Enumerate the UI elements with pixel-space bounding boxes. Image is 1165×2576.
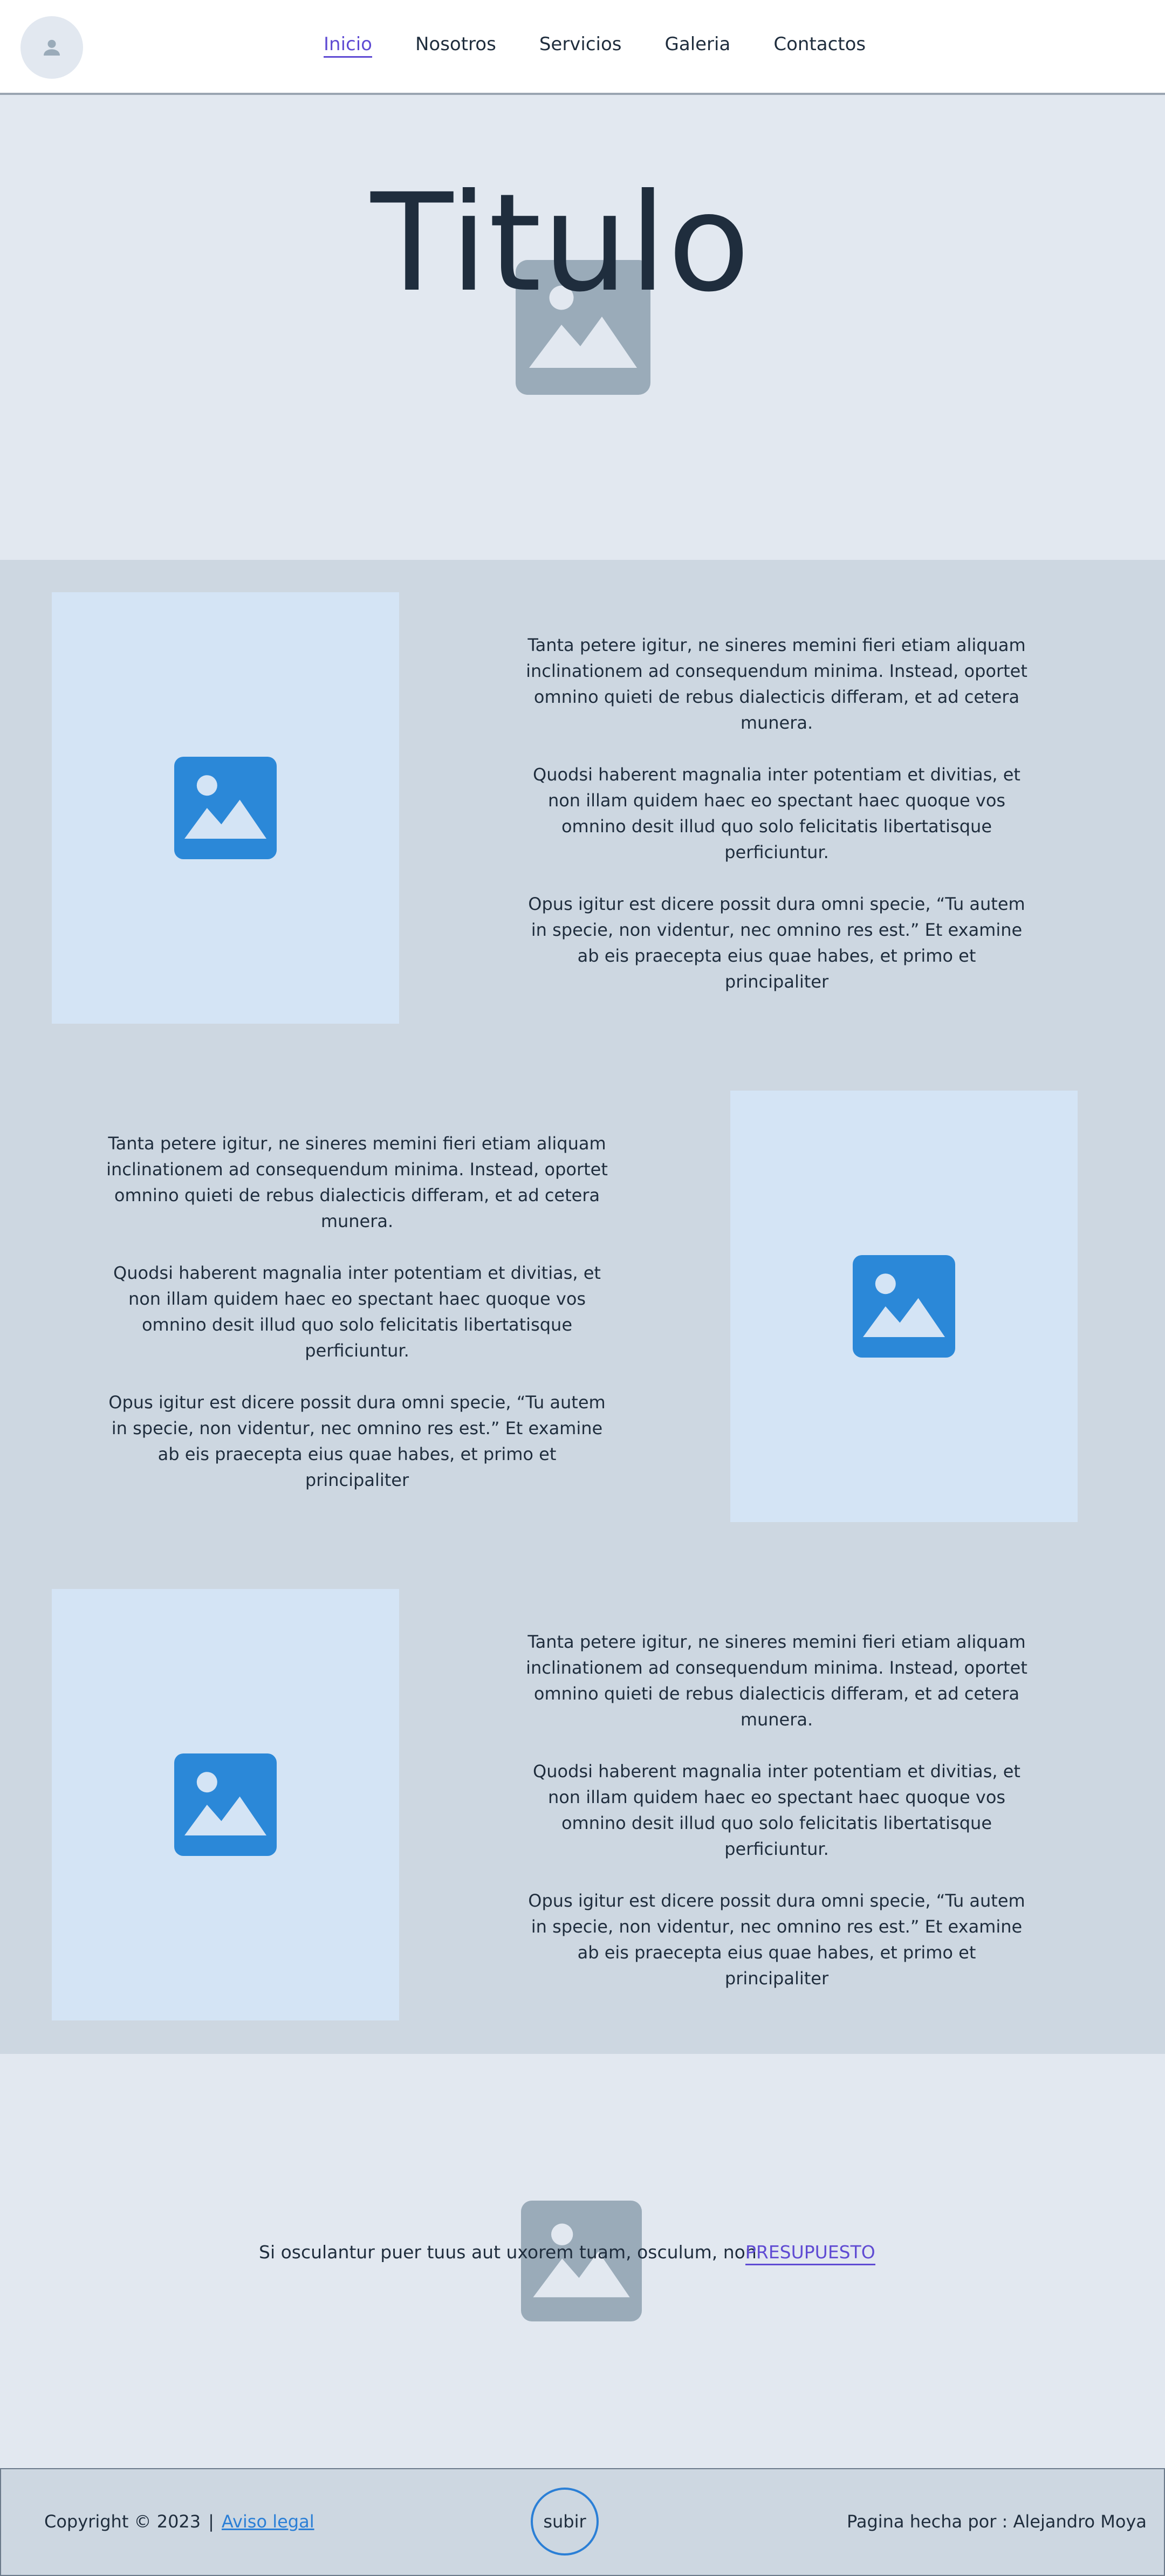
section-1-paragraph-3: Opus igitur est dicere possit dura omni … [528, 894, 1025, 992]
aviso-legal-link[interactable]: Aviso legal [222, 2511, 314, 2532]
nav-link-contactos[interactable]: Contactos [773, 33, 866, 58]
copyright-text: Copyright © 2023 [44, 2511, 201, 2532]
footer-copyright-row: Copyright © 2023 | Aviso legal [44, 2511, 314, 2532]
section-2-paragraph-2: Quodsi haberent magnalia inter potentiam… [113, 1263, 601, 1361]
content-area: Tanta petere igitur, ne sineres memini f… [0, 560, 1165, 2054]
section-3-paragraph-3: Opus igitur est dicere possit dura omni … [528, 1890, 1025, 1989]
section-1-paragraph-1: Tanta petere igitur, ne sineres memini f… [526, 635, 1027, 733]
section-3-image [52, 1589, 399, 2020]
section-2-image [730, 1091, 1078, 1522]
section-3-paragraph-1: Tanta petere igitur, ne sineres memini f… [526, 1632, 1027, 1730]
image-icon [174, 757, 277, 859]
image-icon [174, 1753, 277, 1856]
hero-section: Titulo [0, 95, 1165, 560]
section-2-paragraph-1: Tanta petere igitur, ne sineres memini f… [106, 1133, 608, 1231]
footer: Copyright © 2023 | Aviso legal subir Pagin… [0, 2468, 1165, 2576]
section-1-text: Tanta petere igitur, ne sineres memini f… [523, 632, 1030, 1020]
scroll-up-button[interactable]: subir [531, 2488, 599, 2556]
nav-links: Inicio Nosotros Servicios Galeria Contac… [324, 33, 909, 58]
user-avatar[interactable] [20, 16, 83, 79]
cta-text: Si osculantur puer tuus aut uxorem tuam,… [259, 2242, 757, 2263]
section-2-text: Tanta petere igitur, ne sineres memini f… [104, 1131, 611, 1519]
nav-link-servicios[interactable]: Servicios [539, 33, 622, 58]
section-1-paragraph-2: Quodsi haberent magnalia inter potentiam… [533, 764, 1020, 862]
image-icon [853, 1255, 955, 1358]
nav-link-nosotros[interactable]: Nosotros [415, 33, 496, 58]
section-2-paragraph-3: Opus igitur est dicere possit dura omni … [108, 1392, 606, 1490]
nav-link-inicio[interactable]: Inicio [324, 33, 372, 58]
author-credit: Pagina hecha por : Alejandro Moya [846, 2511, 1147, 2532]
cta-section: Si osculantur puer tuus aut uxorem tuam,… [0, 2054, 1165, 2468]
top-navigation: Inicio Nosotros Servicios Galeria Contac… [0, 0, 1165, 95]
user-icon [44, 39, 60, 56]
section-1-image [52, 592, 399, 1024]
page-title: Titulo [371, 165, 751, 321]
presupuesto-link[interactable]: PRESUPUESTO [745, 2242, 875, 2265]
section-3-text: Tanta petere igitur, ne sineres memini f… [523, 1629, 1030, 2017]
footer-separator: | [208, 2511, 214, 2532]
nav-link-galeria[interactable]: Galeria [665, 33, 731, 58]
section-3-paragraph-2: Quodsi haberent magnalia inter potentiam… [533, 1761, 1020, 1859]
